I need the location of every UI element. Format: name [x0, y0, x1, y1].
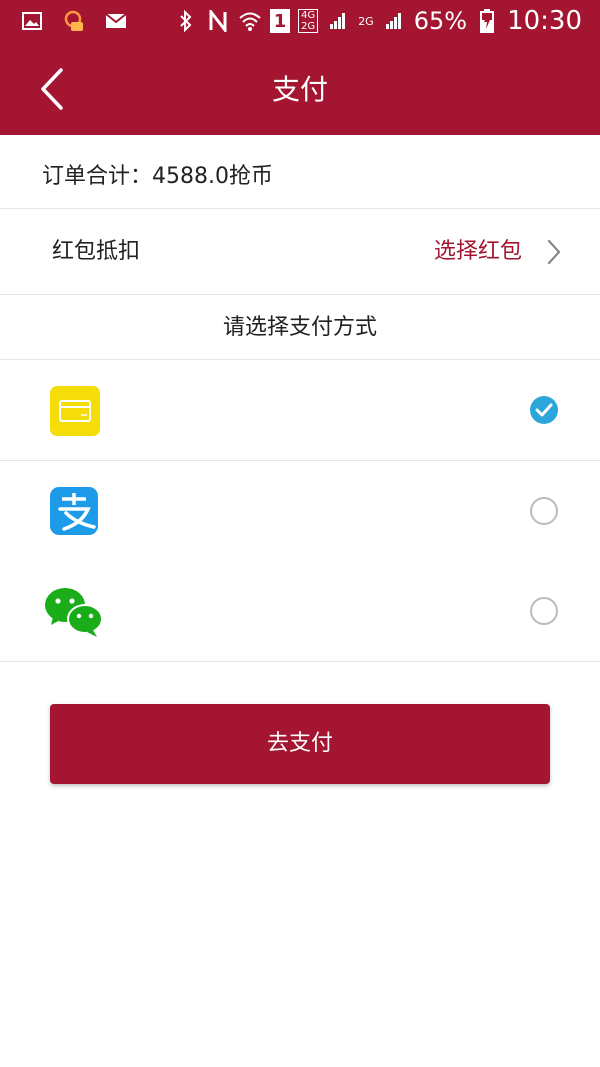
mail-icon — [104, 9, 128, 33]
payment-option-card-radio[interactable] — [530, 396, 558, 424]
red-packet-label: 红包抵扣 — [52, 239, 141, 264]
sim-number: 1 — [273, 10, 287, 32]
signal-icon-b — [382, 9, 406, 33]
page-title: 支付 — [271, 73, 328, 106]
wechat-pay-icon — [45, 588, 103, 637]
payment-option-card[interactable] — [0, 360, 600, 461]
payment-option-wechat[interactable] — [0, 561, 600, 662]
checkmark-icon — [535, 403, 553, 417]
payment-method-title: 请选择支付方式 — [222, 315, 377, 340]
battery-percent: 65% — [413, 7, 468, 35]
pay-button[interactable]: 去支付 — [50, 704, 550, 784]
gallery-icon — [20, 9, 44, 33]
system-icons: 1 4G 2G 2G 65% 10:30 — [174, 6, 582, 36]
sim-icon: 1 — [270, 9, 291, 33]
app-header: 支付 — [0, 44, 600, 135]
payment-screen: 1 4G 2G 2G 65% 10:30 支付 订单合计：4588.0抢币 红包… — [0, 0, 600, 1067]
payment-method-header: 请选择支付方式 — [0, 295, 600, 360]
order-total-row: 订单合计：4588.0抢币 — [0, 135, 600, 209]
card-wallet-icon — [50, 386, 100, 436]
network-2g-label-b: 2G — [358, 14, 374, 28]
red-packet-row[interactable]: 红包抵扣 选择红包 — [0, 209, 600, 295]
order-total-text: 订单合计：4588.0抢币 — [42, 164, 273, 189]
wifi-icon — [238, 9, 262, 33]
nfc-icon — [206, 9, 230, 33]
bluetooth-icon — [174, 9, 198, 33]
network-2g-label-a: 2G — [301, 21, 316, 32]
choose-red-packet-link[interactable]: 选择红包 — [434, 209, 522, 295]
payment-option-wechat-radio[interactable] — [530, 597, 558, 625]
status-bar: 1 4G 2G 2G 65% 10:30 — [0, 0, 600, 44]
payment-option-alipay[interactable] — [0, 461, 600, 562]
notification-icons — [20, 9, 128, 33]
battery-charging-icon — [475, 9, 499, 33]
payment-option-alipay-radio[interactable] — [530, 497, 558, 525]
clock: 10:30 — [507, 6, 582, 36]
alipay-icon — [50, 487, 98, 535]
network-4g-2g: 4G 2G — [298, 9, 319, 33]
signal-icon-a — [326, 9, 350, 33]
chat-app-icon — [62, 9, 86, 33]
chevron-right-icon — [547, 239, 561, 265]
network-4g-label: 4G — [301, 10, 316, 21]
